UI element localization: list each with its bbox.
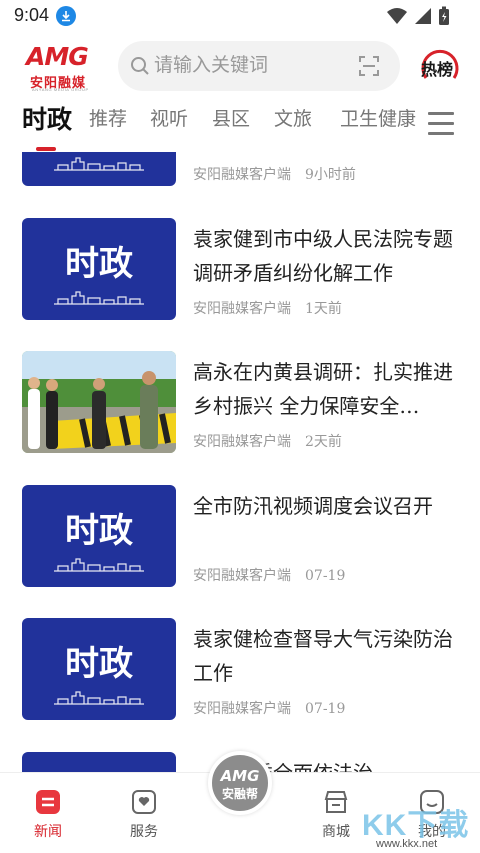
thumbnail-title: 时政 <box>65 511 133 551</box>
skyline-graphic <box>54 291 144 305</box>
logo-amg-text: AMG <box>26 42 89 71</box>
status-time: 9:04 <box>14 5 50 25</box>
battery-icon <box>439 6 449 25</box>
news-thumbnail: 时政 <box>22 152 176 186</box>
nav-news-label: 新闻 <box>34 823 62 839</box>
menu-icon[interactable] <box>428 112 454 142</box>
news-source: 安阳融媒客户端 <box>193 568 291 584</box>
nav-service[interactable]: 服务 <box>114 789 174 841</box>
signal-icon <box>415 8 431 24</box>
nav-shop-label: 商城 <box>322 823 350 839</box>
news-time: 2天前 <box>305 434 342 450</box>
category-tabs: 时政 推荐 视听 县区 文旅 卫生健康 <box>0 104 480 152</box>
skyline-graphic <box>54 157 144 171</box>
skyline-graphic <box>54 558 144 572</box>
news-meta: 安阳融媒客户端 07-19 <box>193 698 345 718</box>
news-meta: 安阳融媒客户端 2天前 <box>193 431 342 451</box>
news-thumbnail: 时政 <box>22 485 176 587</box>
app-logo[interactable]: AMG 安阳融媒 ANYANG MEDIA GROUP <box>22 42 102 94</box>
watermark-url: www.kkx.net <box>376 838 438 850</box>
news-title: 袁家健到市中级人民法院专题调研矛盾纠纷化解工作 <box>193 227 453 285</box>
news-feed[interactable]: 时政 安阳融媒客户端 9小时前 时政 袁家健到市中级人民法院专题调研矛盾纠纷化解工… <box>0 152 480 772</box>
news-meta: 安阳融媒客户端 1天前 <box>193 298 342 318</box>
news-source: 安阳融媒客户端 <box>193 434 291 450</box>
tab-health[interactable]: 卫生健康 <box>340 104 416 131</box>
hot-list-button[interactable]: 热榜 <box>420 48 460 88</box>
news-source: 安阳融媒客户端 <box>193 301 291 317</box>
news-item[interactable]: 时政 安阳融媒客户端 9小时前 <box>0 152 480 216</box>
center-amg-text: AMG <box>220 767 260 785</box>
tab-politics[interactable]: 时政 <box>22 100 72 136</box>
header: AMG 安阳融媒 ANYANG MEDIA GROUP 热榜 <box>0 36 480 100</box>
thumbnail-title: 时政 <box>65 644 133 684</box>
download-icon <box>56 6 76 26</box>
search-input[interactable] <box>154 54 350 78</box>
news-thumbnail: 时政 <box>22 752 176 772</box>
tab-video[interactable]: 视听 <box>150 104 188 131</box>
news-thumbnail: 时政 <box>22 218 176 320</box>
search-icon <box>130 56 150 81</box>
news-item[interactable]: 时政 袁家健检查督导大气污染防治工作 安阳融媒客户端 07-19 <box>0 618 480 750</box>
news-time: 07-19 <box>305 568 346 584</box>
hot-list-label: 热榜 <box>421 62 454 79</box>
center-amg-label: 安融帮 <box>221 787 258 801</box>
logo-tagline: ANYANG MEDIA GROUP <box>32 87 89 92</box>
news-photo <box>22 351 176 453</box>
watermark: KK下载 www.kkx.net <box>362 800 472 852</box>
service-icon <box>131 789 157 815</box>
news-title: 全市防汛视频调度会议召开 <box>193 494 433 518</box>
news-time: 9小时前 <box>305 167 356 183</box>
news-source: 安阳融媒客户端 <box>193 167 291 183</box>
news-thumbnail: 时政 <box>22 618 176 720</box>
tab-recommend[interactable]: 推荐 <box>89 104 127 131</box>
active-tab-indicator <box>36 147 56 151</box>
news-title: 袁家健检查督导大气污染防治工作 <box>193 627 453 685</box>
skyline-graphic <box>54 691 144 705</box>
news-time: 07-19 <box>305 701 346 717</box>
news-item[interactable]: 时政 袁家健到市中级人民法院专题调研矛盾纠纷化解工作 安阳融媒客户端 1天前 <box>0 218 480 350</box>
nav-shop[interactable]: 商城 <box>306 789 366 841</box>
status-bar: 9:04 <box>0 0 480 32</box>
nav-service-label: 服务 <box>130 823 158 839</box>
news-icon <box>35 789 61 815</box>
search-bar[interactable] <box>118 41 400 91</box>
news-meta: 安阳融媒客户端 9小时前 <box>193 164 356 184</box>
wifi-icon <box>387 8 407 24</box>
news-time: 1天前 <box>305 301 342 317</box>
news-item[interactable]: 高永在内黄县调研：扎实推进乡村振兴 全力保障安全… 安阳融媒客户端 2天前 <box>0 351 480 483</box>
center-amg-button[interactable]: AMG 安融帮 <box>208 751 272 815</box>
shop-icon <box>323 789 349 815</box>
news-title: 高永在内黄县调研：扎实推进乡村振兴 全力保障安全… <box>193 360 453 418</box>
tab-counties[interactable]: 县区 <box>212 104 250 131</box>
scan-icon[interactable] <box>358 55 380 82</box>
tab-culture-tourism[interactable]: 文旅 <box>274 104 312 131</box>
news-meta: 安阳融媒客户端 07-19 <box>193 565 345 585</box>
news-source: 安阳融媒客户端 <box>193 701 291 717</box>
nav-news[interactable]: 新闻 <box>18 789 78 841</box>
thumbnail-title: 时政 <box>65 244 133 284</box>
photo-scene <box>22 351 176 453</box>
news-item[interactable]: 时政 全市防汛视频调度会议召开 安阳融媒客户端 07-19 <box>0 485 480 617</box>
